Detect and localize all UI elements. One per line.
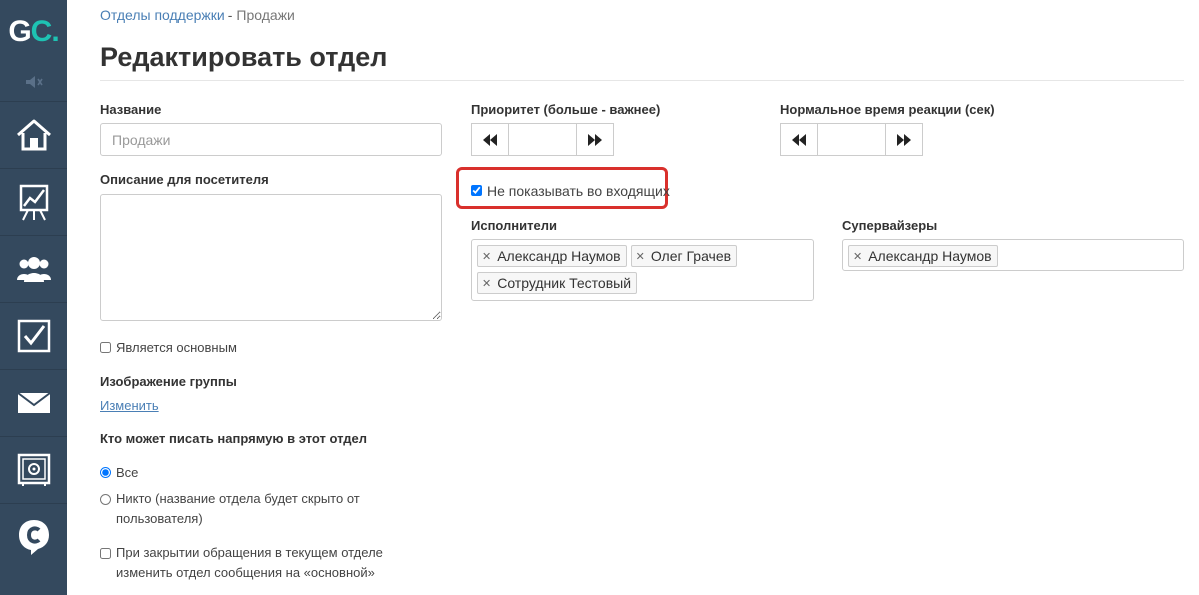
mute-icon (25, 76, 43, 88)
priority-label: Приоритет (больше - важнее) (471, 102, 661, 117)
nav-tasks[interactable] (0, 302, 67, 369)
app-logo[interactable]: GC. (0, 0, 67, 64)
tag-label: Сотрудник Тестовый (497, 275, 632, 291)
page-title: Редактировать отдел (100, 42, 388, 72)
reaction-decrease-button[interactable] (781, 124, 818, 155)
nav-safe[interactable] (0, 436, 67, 503)
priority-increase-button[interactable] (576, 124, 613, 155)
nav-home[interactable] (0, 101, 67, 168)
executors-label: Исполнители (471, 218, 557, 233)
remove-tag-icon[interactable]: ✕ (482, 277, 491, 290)
reaction-input[interactable] (818, 124, 885, 155)
change-on-close-label-line1: При закрытии обращения в текущем отделе (116, 545, 383, 560)
chart-icon (19, 184, 48, 221)
change-on-close-checkbox[interactable] (100, 548, 111, 559)
breadcrumb: Отделы поддержки - Продажи (100, 7, 295, 23)
name-label: Название (100, 102, 162, 117)
fast-forward-icon (588, 133, 602, 146)
executor-tag: ✕ Александр Наумов (477, 245, 627, 267)
chat-logo-icon (18, 520, 49, 555)
remove-tag-icon[interactable]: ✕ (853, 250, 862, 263)
name-input[interactable] (100, 123, 442, 156)
nav-users[interactable] (0, 235, 67, 302)
who-can-write-label: Кто может писать напрямую в этот отдел (100, 431, 368, 446)
change-image-link[interactable]: Изменить (100, 398, 159, 413)
is-main-row[interactable]: Является основным (100, 340, 237, 355)
mute-button[interactable] (0, 64, 67, 100)
rewind-icon (792, 133, 806, 146)
executors-select[interactable]: ✕ Александр Наумов ✕ Олег Грачев ✕ Сотрудни… (471, 239, 814, 301)
executor-tag: ✕ Олег Грачев (630, 245, 738, 267)
rewind-icon (483, 133, 497, 146)
main-content: Отделы поддержки - Продажи Редактировать о… (67, 0, 1199, 595)
fast-forward-icon (897, 133, 911, 146)
is-main-label: Является основным (116, 340, 237, 355)
tag-label: Александр Наумов (868, 248, 992, 264)
priority-input[interactable] (509, 124, 576, 155)
remove-tag-icon[interactable]: ✕ (636, 250, 645, 263)
is-main-checkbox[interactable] (100, 342, 111, 353)
breadcrumb-separator: - (227, 7, 233, 23)
remove-tag-icon[interactable]: ✕ (482, 250, 491, 263)
supervisors-label: Супервайзеры (842, 218, 938, 233)
nav-mail[interactable] (0, 369, 67, 436)
safe-icon (17, 453, 50, 486)
tasks-icon (17, 319, 50, 353)
breadcrumb-current: Продажи (236, 7, 295, 23)
logo-dot: . (51, 15, 59, 48)
title-divider (100, 80, 1184, 81)
priority-stepper (471, 123, 614, 156)
change-on-close-row[interactable]: При закрытии обращения в текущем отделе и… (100, 545, 383, 583)
breadcrumb-parent-link[interactable]: Отделы поддержки (100, 7, 225, 23)
priority-decrease-button[interactable] (472, 124, 509, 155)
logo-g: G (8, 15, 31, 48)
executor-tag: ✕ Сотрудник Тестовый (477, 272, 638, 294)
sidebar: GC. (0, 0, 67, 595)
description-textarea[interactable] (100, 194, 442, 321)
mail-icon (16, 392, 51, 413)
radio-all-label: Все (116, 465, 139, 480)
group-image-label: Изображение группы (100, 374, 237, 389)
nav-chat[interactable] (0, 503, 67, 570)
description-label: Описание для посетителя (100, 172, 269, 187)
tag-label: Александр Наумов (497, 248, 621, 264)
radio-nobody[interactable] (100, 494, 111, 505)
home-icon (16, 119, 51, 151)
supervisors-select[interactable]: ✕ Александр Наумов (842, 239, 1184, 271)
hide-incoming-label: Не показывать во входящих (487, 183, 670, 199)
users-icon (16, 257, 51, 282)
change-on-close-label-line2: изменить отдел сообщения на «основной» (116, 565, 375, 580)
hide-incoming-row[interactable]: Не показывать во входящих (471, 183, 670, 199)
radio-nobody-label-line2: пользователя) (116, 511, 203, 526)
hide-incoming-checkbox[interactable] (471, 185, 482, 196)
radio-all-row[interactable]: Все (100, 465, 138, 480)
logo-c: C (30, 15, 53, 48)
radio-nobody-label-line1: Никто (название отдела будет скрыто от (116, 491, 360, 506)
tag-label: Олег Грачев (650, 248, 732, 264)
radio-nobody-row[interactable]: Никто (название отдела будет скрыто от по… (100, 491, 360, 529)
reaction-label: Нормальное время реакции (сек) (780, 102, 995, 117)
reaction-stepper (780, 123, 923, 156)
supervisor-tag: ✕ Александр Наумов (848, 245, 998, 267)
radio-all[interactable] (100, 467, 111, 478)
reaction-increase-button[interactable] (885, 124, 922, 155)
nav-stats[interactable] (0, 168, 67, 235)
